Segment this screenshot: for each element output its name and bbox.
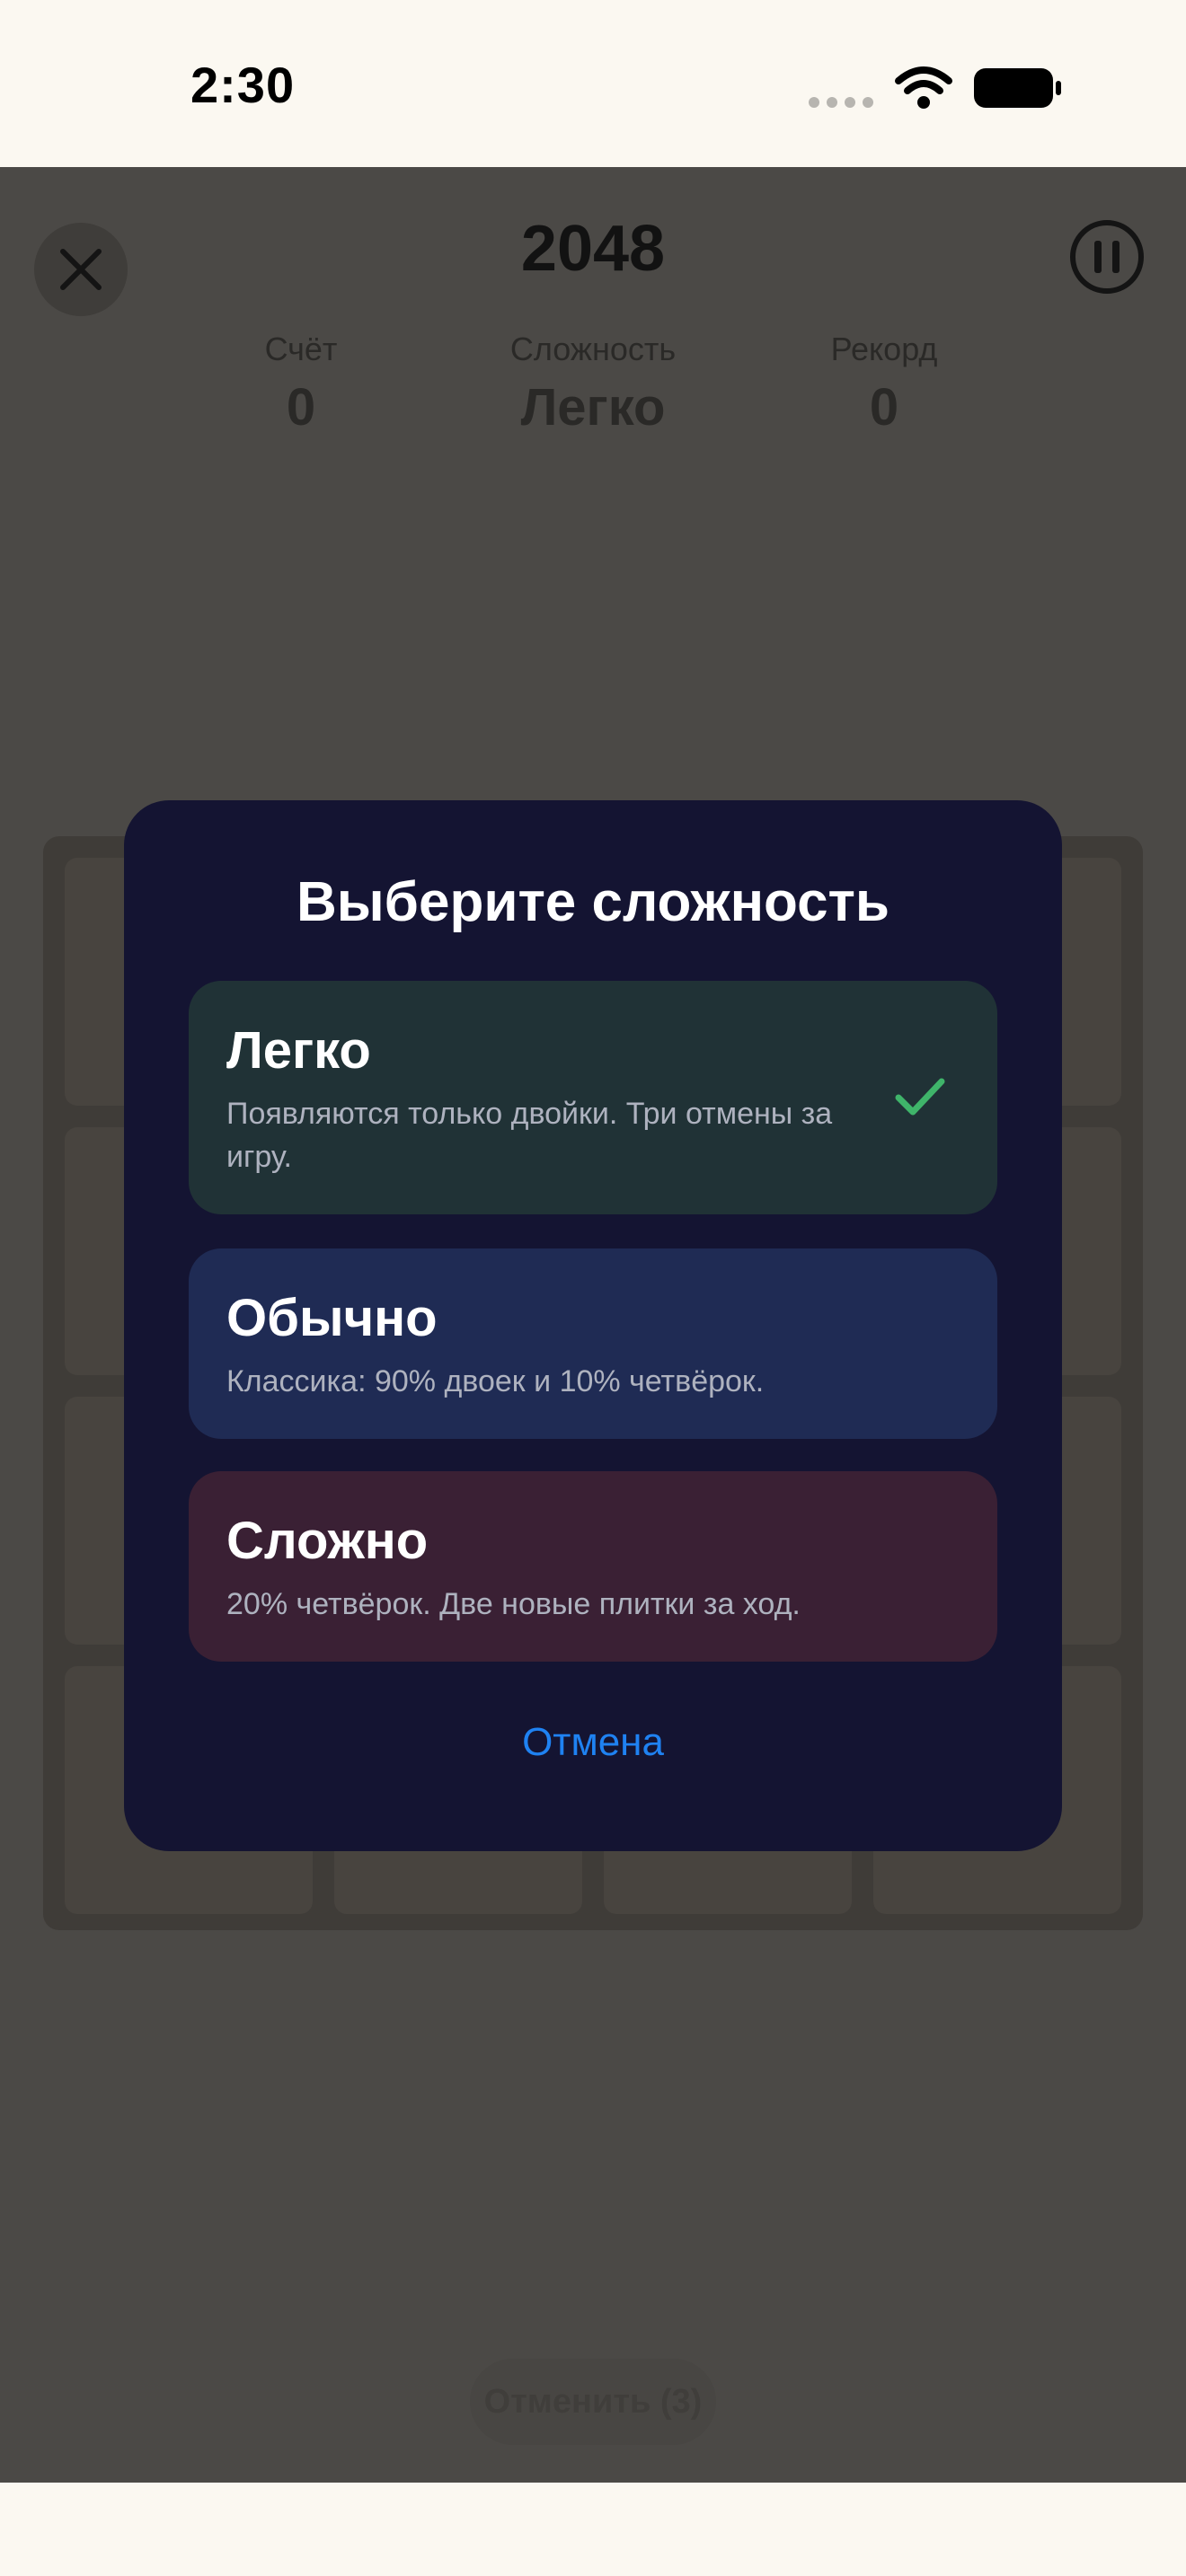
cancel-button[interactable]: Отмена <box>124 1720 1062 1765</box>
difficulty-option-normal[interactable]: Обычно Классика: 90% двоек и 10% четвёро… <box>189 1248 997 1439</box>
status-time: 2:30 <box>190 57 296 113</box>
option-description: 20% четвёрок. Две новые плитки за ход. <box>226 1587 801 1621</box>
difficulty-option-hard[interactable]: Сложно 20% четвёрок. Две новые плитки за… <box>189 1471 997 1662</box>
stat-best: Рекорд 0 <box>749 331 1019 437</box>
modal-title: Выберите сложность <box>296 871 890 933</box>
checkmark-icon <box>895 1078 945 1116</box>
option-description: Появляются только двойки. Три отмены за … <box>226 1097 833 1174</box>
stat-label: Рекорд <box>830 331 938 367</box>
pause-button[interactable] <box>1064 214 1150 300</box>
pause-icon <box>1070 220 1144 294</box>
status-bar: 2:30 <box>0 0 1186 167</box>
option-title: Легко <box>226 1021 371 1080</box>
cellular-dots-icon <box>809 97 873 108</box>
difficulty-option-easy[interactable]: Легко Появляются только двойки. Три отме… <box>189 981 997 1214</box>
stat-score: Счёт 0 <box>166 331 436 437</box>
bottom-bar <box>0 2483 1186 2576</box>
battery-icon <box>974 68 1061 108</box>
difficulty-modal: Выберите сложность Легко Появляются толь… <box>124 800 1062 1851</box>
option-title: Обычно <box>226 1289 438 1347</box>
option-title: Сложно <box>226 1512 429 1570</box>
stat-label: Сложность <box>509 331 677 367</box>
undo-button[interactable]: Отменить (3) <box>470 2359 716 2445</box>
stat-value: 0 <box>286 378 316 437</box>
option-description: Классика: 90% двоек и 10% четвёрок. <box>226 1364 765 1398</box>
stat-value: 0 <box>869 378 899 437</box>
stat-label: Счёт <box>264 331 338 367</box>
game-title: 2048 <box>520 213 666 285</box>
stat-difficulty: Сложность Легко <box>458 331 728 437</box>
stat-value: Легко <box>520 378 666 437</box>
wifi-icon <box>895 66 952 109</box>
